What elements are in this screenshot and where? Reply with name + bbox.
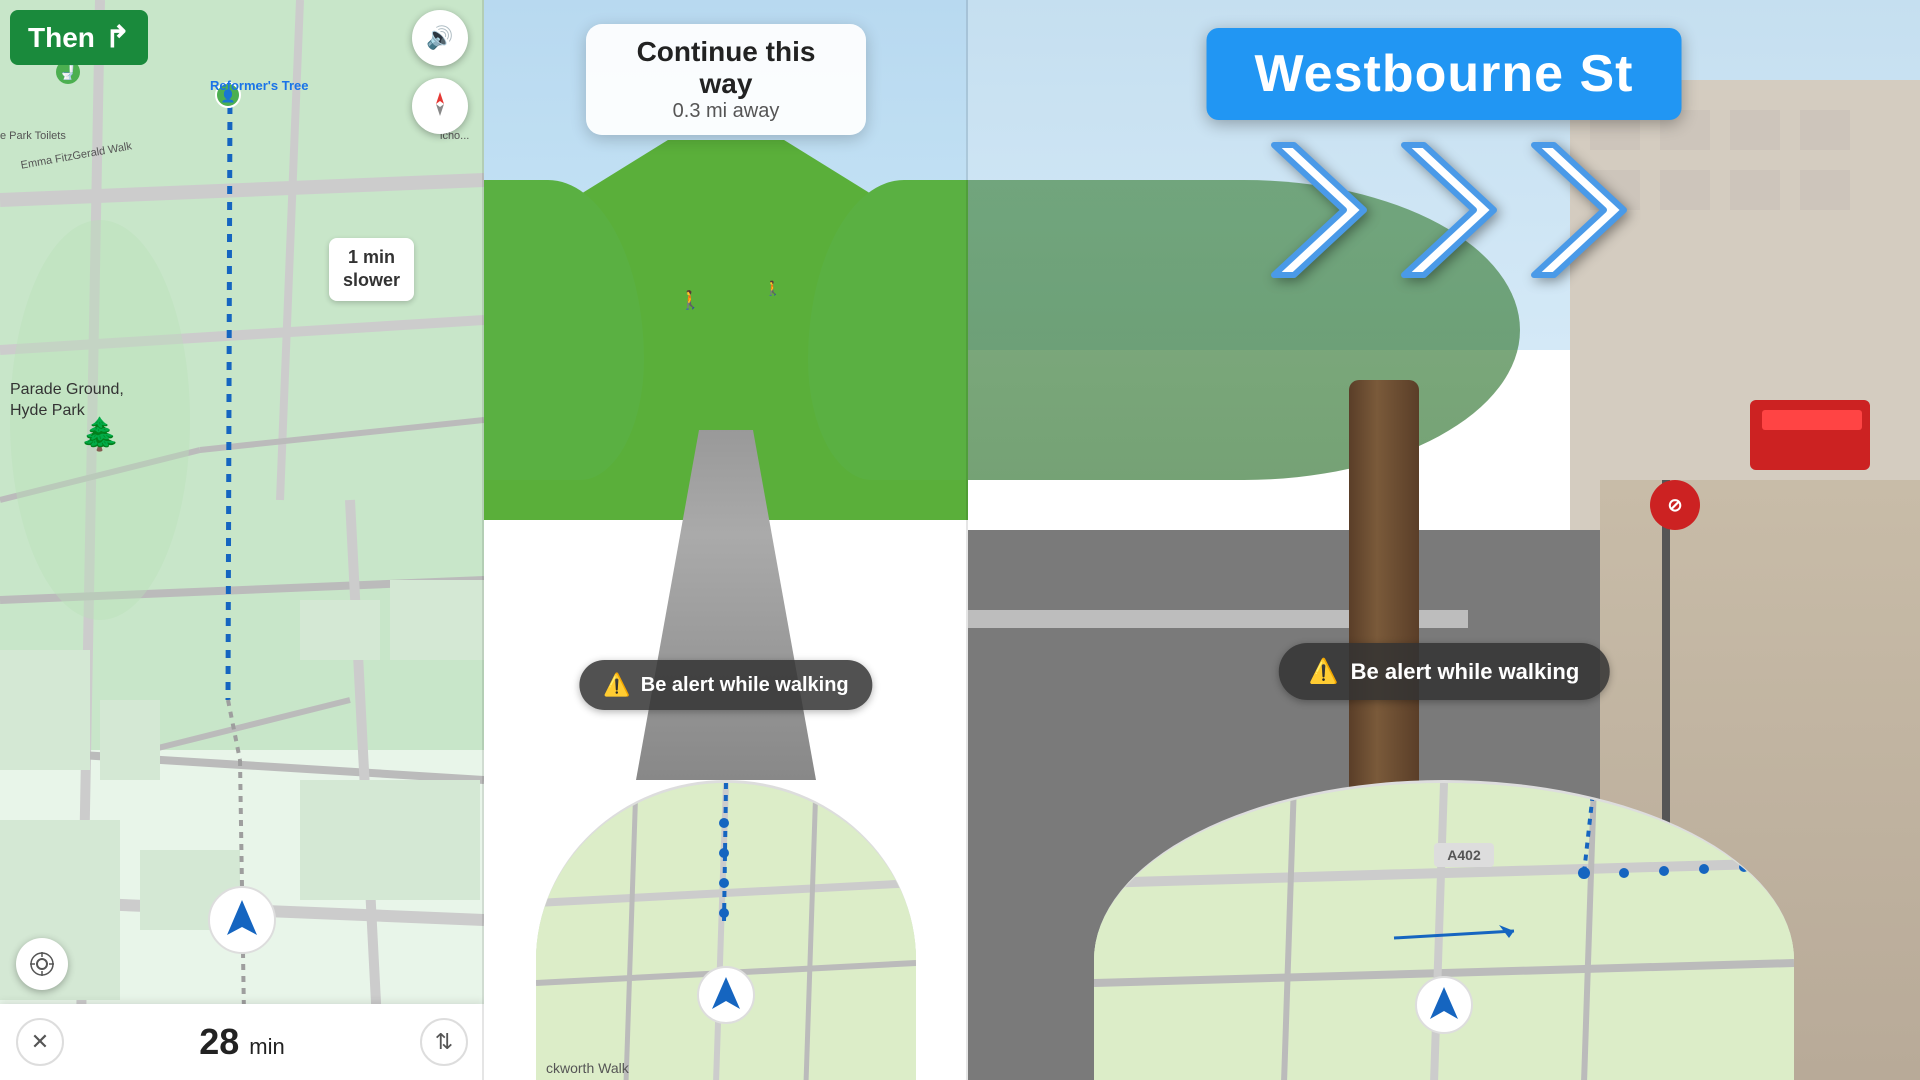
continue-main-text: Continue this way bbox=[614, 36, 838, 100]
street-sign-text: Westbourne St bbox=[1255, 45, 1634, 103]
mini-map-inner: ckworth Walk bbox=[536, 783, 916, 1080]
slower-sub: slower bbox=[343, 269, 400, 292]
then-button[interactable]: Then ↱ bbox=[10, 10, 148, 65]
location-target-icon bbox=[28, 950, 56, 978]
mini-nav-arrow-middle bbox=[696, 965, 756, 1030]
time-display: 28 min bbox=[199, 1021, 285, 1063]
alert-badge-right: ⚠️ Be alert while walking bbox=[1279, 643, 1610, 700]
left-map-panel: 👤 Reformer's Tree Emma FitzGerald Walk e… bbox=[0, 0, 484, 1080]
compass-button[interactable] bbox=[412, 78, 468, 134]
alert-warning-icon-middle: ⚠️ bbox=[603, 672, 630, 698]
map-label-park-toilets: e Park Toilets bbox=[0, 130, 66, 142]
right-ar-panel: ⊘ Westbourne St ⚠️ Be alert while walk bbox=[968, 0, 1920, 1080]
bus-windows bbox=[1762, 410, 1862, 430]
close-button[interactable]: ✕ bbox=[16, 1018, 64, 1066]
person-silhouette-1: 🚶 bbox=[679, 290, 701, 311]
then-arrow-icon: ↱ bbox=[105, 20, 130, 55]
ar-chevron-1 bbox=[1249, 130, 1379, 290]
mini-map-middle: ckworth Walk bbox=[536, 780, 916, 1080]
map-label-reformers: Reformer's Tree bbox=[210, 78, 308, 93]
tree-icon: 🌲 bbox=[80, 415, 120, 453]
route-options-icon: ⇅ bbox=[435, 1029, 453, 1055]
svg-text:A402: A402 bbox=[1447, 847, 1481, 863]
alert-text-middle: Be alert while walking bbox=[641, 674, 849, 697]
sound-icon: 🔊 bbox=[426, 25, 453, 51]
then-label: Then bbox=[28, 22, 95, 54]
slower-label: 1 min bbox=[343, 246, 400, 269]
alert-warning-icon-right: ⚠️ bbox=[1309, 657, 1339, 686]
svg-text:ckworth Walk: ckworth Walk bbox=[546, 1060, 630, 1076]
compass-icon bbox=[425, 89, 455, 124]
person-silhouette-2: 🚶 bbox=[764, 280, 781, 297]
ar-chevron-2 bbox=[1379, 130, 1509, 290]
alert-text-right: Be alert while walking bbox=[1351, 659, 1580, 685]
map-nav-arrow bbox=[207, 885, 277, 960]
close-icon: ✕ bbox=[31, 1029, 49, 1055]
sound-button[interactable]: 🔊 bbox=[412, 10, 468, 66]
continue-sub-text: 0.3 mi away bbox=[614, 100, 838, 123]
street-sign: Westbourne St bbox=[1207, 28, 1682, 120]
mini-map-svg: ckworth Walk bbox=[536, 783, 916, 1080]
continue-banner: Continue this way 0.3 mi away bbox=[586, 24, 866, 135]
bottom-bar: ✕ 28 min ⇅ bbox=[0, 1004, 484, 1080]
no-entry-sign: ⊘ bbox=[1650, 480, 1700, 530]
route-options-button[interactable]: ⇅ bbox=[420, 1018, 468, 1066]
ar-arrows bbox=[1249, 130, 1639, 290]
time-unit: min bbox=[249, 1034, 284, 1059]
mini-nav-arrow-right bbox=[1414, 975, 1474, 1040]
middle-ar-panel: 🚶 🚶 Continue this way 0.3 mi away ⚠️ Be … bbox=[484, 0, 968, 1080]
location-button[interactable] bbox=[16, 938, 68, 990]
ar-chevron-3 bbox=[1509, 130, 1639, 290]
alert-badge-middle: ⚠️ Be alert while walking bbox=[579, 660, 872, 710]
time-value: 28 bbox=[199, 1021, 239, 1062]
slower-bubble: 1 min slower bbox=[329, 238, 414, 301]
mini-map-right: A402 bbox=[1094, 780, 1794, 1080]
